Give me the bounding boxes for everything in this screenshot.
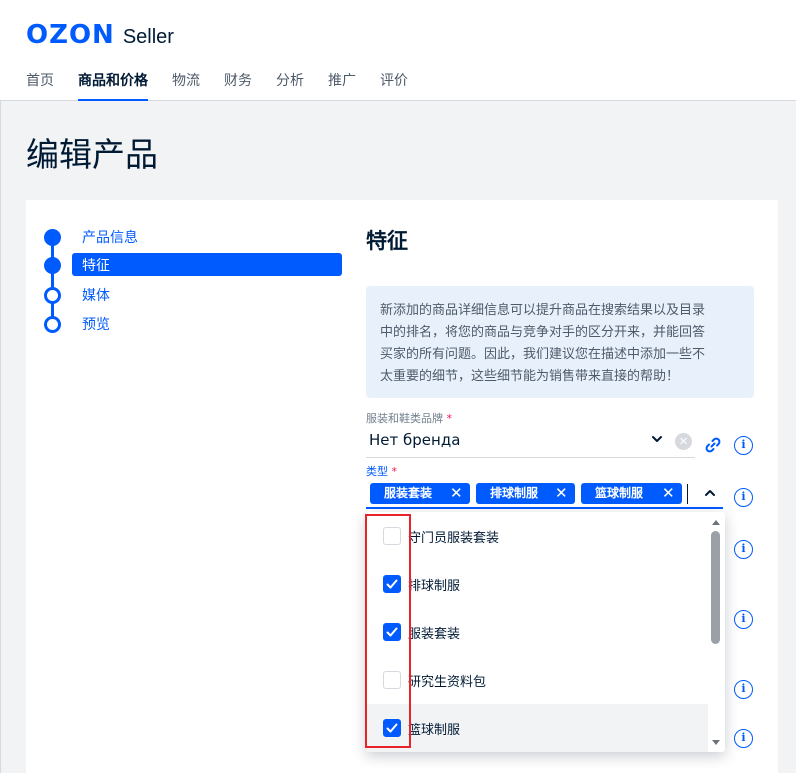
checkbox-unchecked[interactable] — [383, 527, 401, 545]
info-line: 太重要的细节，这些细节能为销售带来直接的帮助！ — [380, 369, 680, 384]
link-icon[interactable] — [704, 436, 722, 454]
info-icon[interactable]: i — [734, 610, 753, 629]
option-label: 服装套装 — [408, 627, 461, 642]
chip-label: 篮球制服 — [595, 486, 644, 500]
page-edge-divider — [0, 101, 1, 773]
brand-field-underline — [366, 457, 695, 458]
scroll-up-arrow-icon[interactable] — [711, 518, 721, 526]
type-chip: 篮球制服 ✕ — [581, 483, 682, 504]
info-icon[interactable]: i — [734, 436, 753, 455]
info-icon[interactable]: i — [734, 729, 753, 748]
check-icon — [386, 627, 398, 637]
brand-label-text: 服装和鞋类品牌 — [366, 412, 443, 425]
option-label: 研究生资料包 — [408, 675, 487, 690]
step-label: 特征 — [82, 258, 110, 274]
info-line: 新添加的商品详细信息可以提升商品在搜索结果以及目录 — [380, 303, 706, 318]
checkbox-unchecked[interactable] — [383, 671, 401, 689]
dropdown-option[interactable]: 篮球制服 — [366, 704, 708, 752]
logo-ozon-text: OZON — [26, 20, 115, 50]
step-dot-icon — [44, 287, 61, 304]
chip-label: 服装套装 — [384, 486, 433, 500]
step-label: 预览 — [82, 317, 110, 333]
info-icon[interactable]: i — [734, 680, 753, 699]
step-characteristics[interactable]: 特征 — [44, 253, 344, 277]
type-chip: 服装套装 ✕ — [370, 483, 470, 504]
nav-item-analytics[interactable]: 分析 — [276, 70, 304, 101]
brand-select-value[interactable]: Нет бренда — [369, 431, 460, 449]
chip-remove-icon[interactable]: ✕ — [662, 483, 675, 504]
nav-item-logistics[interactable]: 物流 — [172, 70, 200, 101]
chevron-up-icon[interactable] — [703, 487, 717, 499]
nav-item-promotion[interactable]: 推广 — [328, 70, 356, 101]
option-label: 篮球制服 — [408, 723, 461, 738]
required-mark: * — [446, 412, 453, 425]
step-product-info[interactable]: 产品信息 — [44, 225, 344, 249]
chip-remove-icon[interactable]: ✕ — [450, 483, 463, 504]
dropdown-option[interactable]: 排球制服 — [366, 560, 708, 608]
dropdown-option[interactable]: 研究生资料包 — [366, 656, 708, 704]
step-active-highlight — [72, 253, 342, 276]
step-dot-icon — [44, 316, 61, 333]
type-chip: 排球制服 ✕ — [476, 483, 575, 504]
required-mark: * — [391, 465, 398, 478]
step-dot-icon — [44, 229, 61, 246]
text-caret — [687, 484, 688, 504]
check-icon — [386, 579, 398, 589]
scrollbar-thumb[interactable] — [711, 531, 720, 644]
chevron-down-icon[interactable] — [650, 432, 664, 446]
step-label: 媒体 — [82, 288, 110, 304]
step-dot-icon — [44, 257, 61, 274]
brand-field-label: 服装和鞋类品牌 * — [366, 410, 452, 426]
info-icon[interactable]: i — [734, 540, 753, 559]
nav-item-reviews[interactable]: 评价 — [380, 70, 408, 101]
checkbox-checked[interactable] — [383, 719, 401, 737]
scroll-down-arrow-icon[interactable] — [711, 739, 721, 747]
page-title: 编辑产品 — [26, 135, 158, 174]
nav-item-finance[interactable]: 财务 — [224, 70, 252, 101]
dropdown-option[interactable]: 守门员服装套装 — [366, 512, 708, 560]
section-title: 特征 — [366, 229, 408, 253]
dropdown-option[interactable]: 服装套装 — [366, 608, 708, 656]
type-field-label: 类型 * — [366, 463, 397, 479]
clear-icon[interactable]: ✕ — [675, 433, 692, 450]
nav-item-products-prices[interactable]: 商品和价格 — [78, 70, 148, 101]
check-icon — [386, 723, 398, 733]
option-label: 守门员服装套装 — [408, 531, 500, 546]
chip-label: 排球制服 — [490, 486, 539, 500]
info-line: 中的排名，将您的商品与竞争对手的区分开来，并能回答 — [380, 325, 706, 340]
logo-seller-text: Seller — [122, 26, 174, 48]
type-dropdown-list: 守门员服装套装 排球制服 服装套装 研究生资料包 篮球制服 — [366, 512, 725, 752]
nav-item-home[interactable]: 首页 — [26, 70, 54, 101]
top-bar: OZON Seller 首页 商品和价格 物流 财务 分析 推广 评价 — [0, 0, 796, 101]
step-media[interactable]: 媒体 — [44, 283, 344, 307]
info-notice: 新添加的商品详细信息可以提升商品在搜索结果以及目录 中的排名，将您的商品与竞争对… — [366, 286, 754, 398]
main-nav: 首页 商品和价格 物流 财务 分析 推广 评价 — [26, 70, 432, 101]
step-preview[interactable]: 预览 — [44, 312, 344, 336]
checkbox-checked[interactable] — [383, 575, 401, 593]
chip-remove-icon[interactable]: ✕ — [555, 483, 568, 504]
ozon-seller-logo[interactable]: OZON Seller — [26, 20, 174, 50]
checkbox-checked[interactable] — [383, 623, 401, 641]
type-label-text: 类型 — [366, 465, 388, 478]
info-icon[interactable]: i — [734, 488, 753, 507]
step-label: 产品信息 — [82, 230, 138, 246]
info-line: 买家的所有问题。因此，我们建议您在描述中添加一些不 — [380, 347, 706, 362]
option-label: 排球制服 — [408, 579, 461, 594]
